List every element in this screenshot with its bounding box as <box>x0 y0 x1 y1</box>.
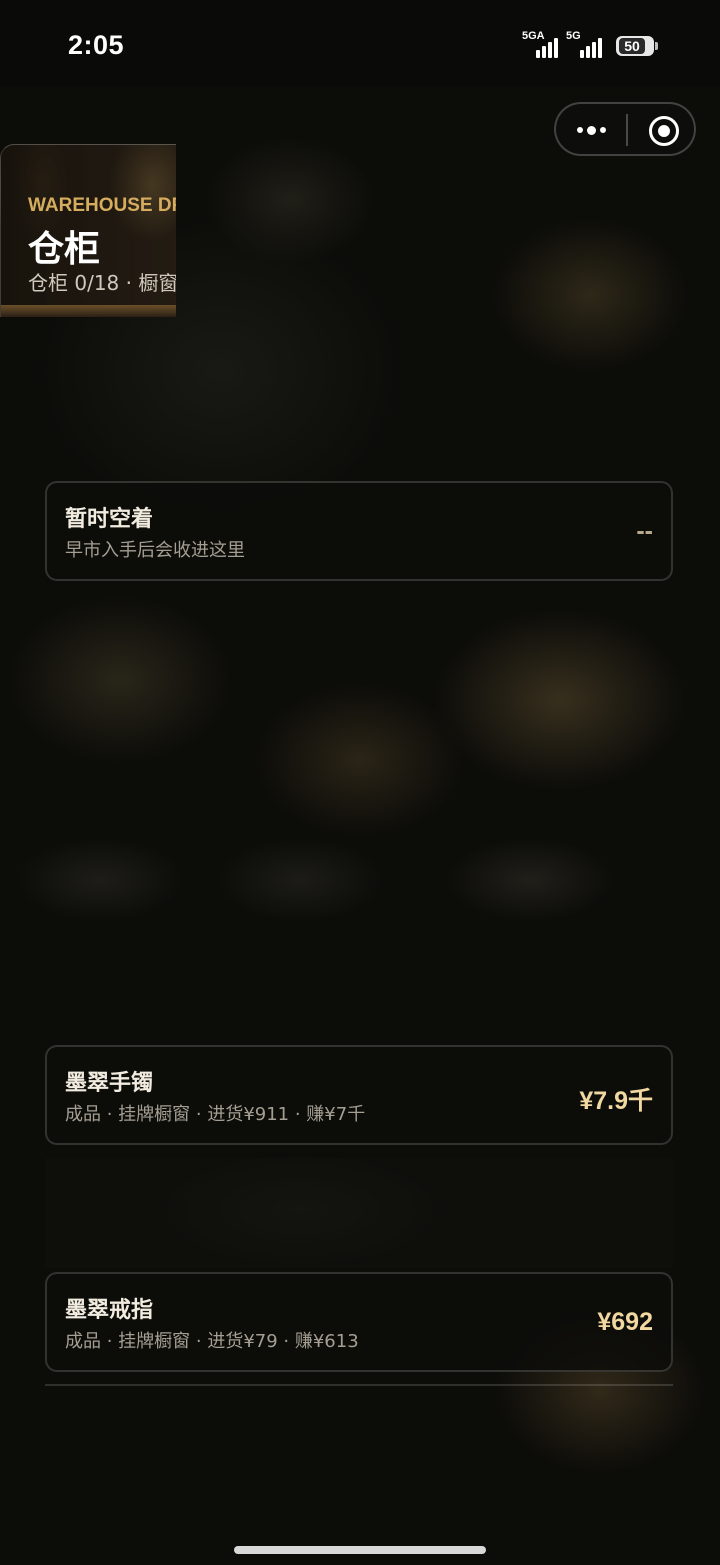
signal-5ga-label: 5GA <box>522 30 545 42</box>
capsule-divider <box>626 114 628 146</box>
battery-level: 50 <box>619 38 645 54</box>
status-time: 2:05 <box>68 30 125 60</box>
target-close-icon[interactable] <box>649 116 679 146</box>
hero-shelf <box>1 305 176 317</box>
slot-card-bracelet[interactable]: 墨翠手镯 成品 · 挂牌橱窗 · 进货¥911 · 赚¥7千 ¥7.9千 <box>45 1045 673 1145</box>
slot-meta: 成品 · 挂牌橱窗 · 进货¥79 · 赚¥613 <box>65 1331 359 1352</box>
slot-meta: 早市入手后会收进这里 <box>65 540 245 561</box>
hero-eyebrow: WAREHOUSE DR <box>28 195 176 216</box>
slot-price: -- <box>636 517 653 545</box>
signal-5g-label: 5G <box>566 30 581 42</box>
hero-title: 仓柜 <box>28 229 101 270</box>
hero-subtitle: 仓柜 0/18 · 橱窗 <box>28 271 176 295</box>
slot-name: 暂时空着 <box>65 507 154 532</box>
slot-name: 墨翠戒指 <box>65 1298 154 1323</box>
battery-icon: 50 <box>616 36 658 56</box>
status-bar: 2:05 5GA 5G 50 <box>0 0 720 86</box>
slot-card-ring[interactable]: 墨翠戒指 成品 · 挂牌橱窗 · 进货¥79 · 赚¥613 ¥692 <box>45 1272 673 1372</box>
status-indicators: 5GA 5G 50 <box>522 30 658 58</box>
miniprogram-capsule <box>554 102 696 156</box>
slot-card-empty[interactable]: 暂时空着 早市入手后会收进这里 -- <box>45 481 673 581</box>
more-dots-icon[interactable] <box>570 113 612 147</box>
warehouse-hero-card[interactable]: WAREHOUSE DR 仓柜 仓柜 0/18 · 橱窗 <box>0 144 176 317</box>
slot-placeholder-band <box>45 1158 673 1268</box>
slot-meta: 成品 · 挂牌橱窗 · 进货¥911 · 赚¥7千 <box>65 1104 366 1125</box>
slot-price: ¥692 <box>597 1308 653 1336</box>
signal-5ga-icon: 5GA <box>522 30 558 58</box>
slot-price: ¥7.9千 <box>579 1087 653 1115</box>
slot-name: 墨翠手镯 <box>65 1071 154 1096</box>
home-indicator[interactable] <box>234 1546 486 1554</box>
next-card-edge <box>45 1384 673 1386</box>
signal-5g-icon: 5G <box>566 30 602 58</box>
